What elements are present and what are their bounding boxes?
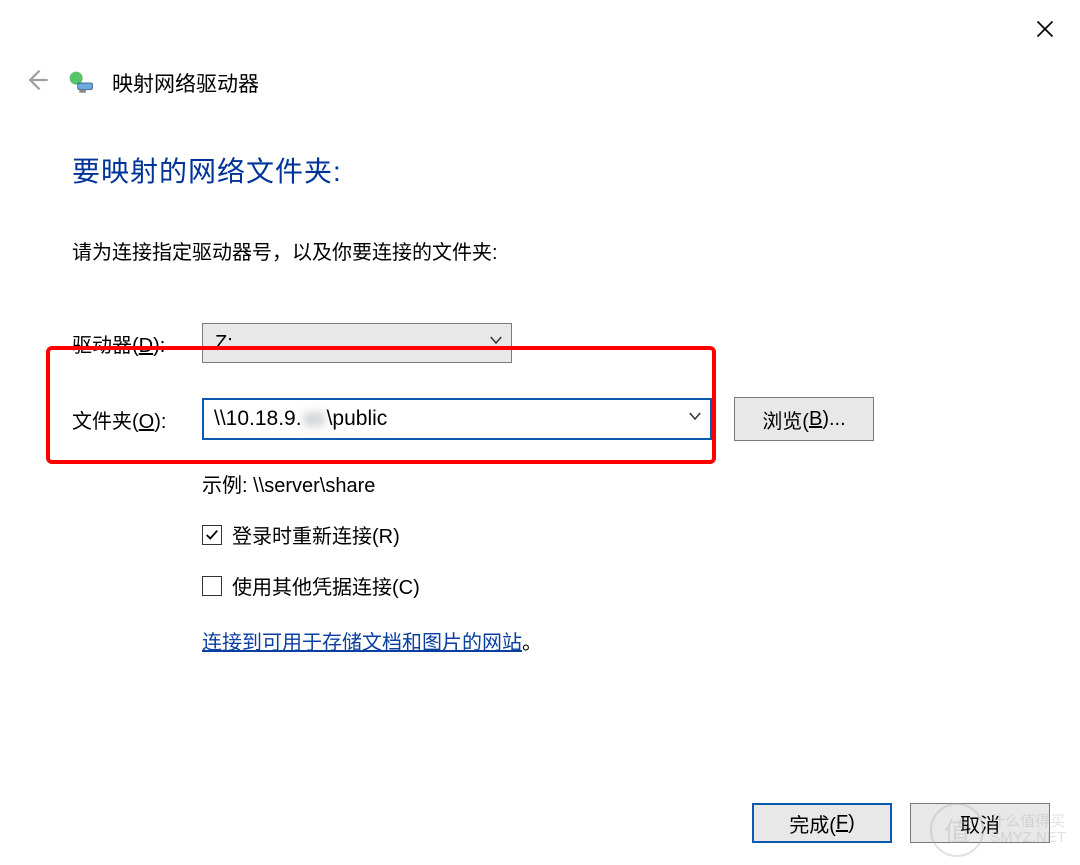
wizard-title: 映射网络驱动器 xyxy=(112,68,259,98)
othercred-checkbox[interactable] xyxy=(202,576,222,596)
drive-label: 驱动器(D): xyxy=(72,329,202,358)
reconnect-checkbox[interactable] xyxy=(202,525,222,545)
close-button[interactable] xyxy=(1030,14,1060,44)
drive-row: 驱动器(D): Z: xyxy=(72,323,1012,363)
wizard-header: 映射网络驱动器 xyxy=(22,66,259,100)
section-heading: 要映射的网络文件夹: xyxy=(72,150,1012,190)
redacted-text: xx xyxy=(302,407,327,430)
othercred-checkbox-row[interactable]: 使用其他凭据连接(C) xyxy=(202,571,1012,600)
network-drive-icon xyxy=(68,70,94,96)
chevron-down-icon xyxy=(487,331,505,355)
folder-combobox[interactable]: \\10.18.9.xx\public xyxy=(202,398,712,440)
reconnect-checkbox-row[interactable]: 登录时重新连接(R) xyxy=(202,520,1012,549)
finish-button[interactable]: 完成(F) xyxy=(752,803,892,843)
othercred-label: 使用其他凭据连接(C) xyxy=(232,571,420,600)
wizard-footer: 完成(F) 取消 xyxy=(752,803,1050,843)
folder-row: 文件夹(O): \\10.18.9.xx\public 浏览(B)... xyxy=(72,397,1012,441)
folder-label: 文件夹(O): xyxy=(72,405,202,434)
drive-select[interactable]: Z: xyxy=(202,323,512,363)
browse-button[interactable]: 浏览(B)... xyxy=(734,397,874,441)
reconnect-label: 登录时重新连接(R) xyxy=(232,520,400,549)
wizard-content: 要映射的网络文件夹: 请为连接指定驱动器号，以及你要连接的文件夹: 驱动器(D)… xyxy=(72,150,1012,655)
back-button[interactable] xyxy=(22,66,50,100)
chevron-down-icon xyxy=(686,407,704,431)
instruction-text: 请为连接指定驱动器号，以及你要连接的文件夹: xyxy=(72,236,1012,265)
checkmark-icon xyxy=(205,528,219,542)
cancel-button[interactable]: 取消 xyxy=(910,803,1050,843)
drive-value: Z: xyxy=(215,332,233,355)
folder-example: 示例: \\server\share xyxy=(202,469,1012,498)
folder-value: \\10.18.9.xx\public xyxy=(214,407,387,431)
arrow-left-icon xyxy=(22,66,50,94)
storage-website-link-row: 连接到可用于存储文档和图片的网站。 xyxy=(202,626,1012,655)
storage-website-link[interactable]: 连接到可用于存储文档和图片的网站 xyxy=(202,632,522,654)
close-icon xyxy=(1035,19,1055,39)
